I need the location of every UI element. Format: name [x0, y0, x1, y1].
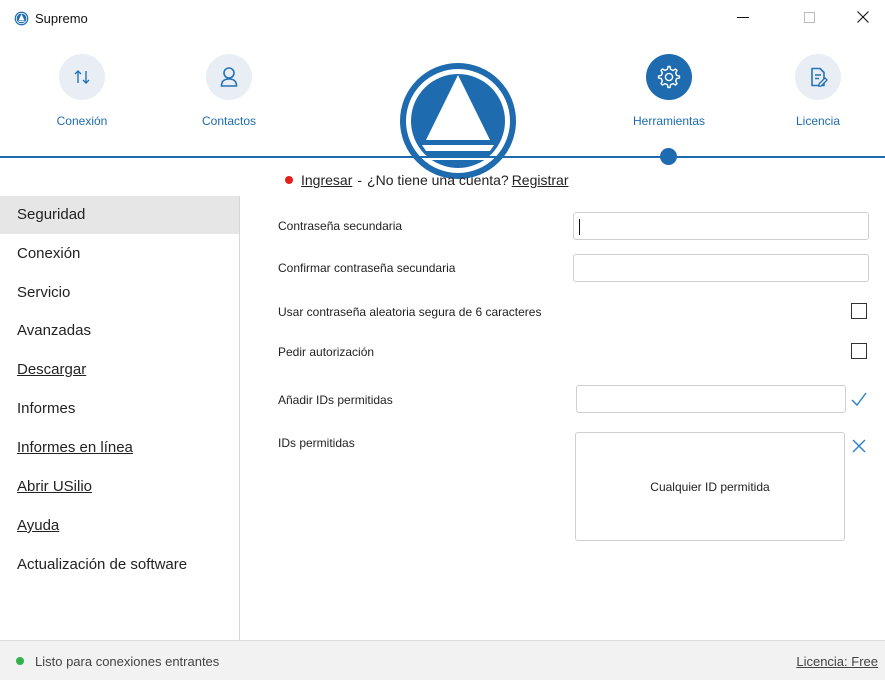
logged-out-status-dot — [285, 176, 293, 184]
sidebar-item-label: Avanzadas — [17, 322, 91, 339]
sidebar-item-label: Informes — [17, 400, 76, 417]
settings-sidebar: Seguridad Conexión Servicio Avanzadas De… — [0, 196, 240, 640]
transfer-arrows-icon — [59, 54, 105, 100]
close-icon — [857, 11, 869, 23]
random-password-checkbox[interactable] — [851, 303, 867, 319]
sidebar-item-conexion[interactable]: Conexión — [0, 235, 239, 273]
sidebar-item-informes-en-linea[interactable]: Informes en línea — [0, 429, 239, 467]
secondary-password-label: Contraseña secundaria — [278, 219, 403, 233]
nav-tab-herramientas[interactable]: Herramientas — [619, 54, 719, 128]
sidebar-item-descargar[interactable]: Descargar — [0, 351, 239, 389]
secondary-password-input[interactable] — [573, 212, 869, 240]
remove-id-button[interactable] — [851, 438, 867, 457]
nav-tab-label: Licencia — [795, 114, 841, 128]
add-ids-label: Añadir IDs permitidas — [278, 393, 393, 407]
nav-tab-conexion[interactable]: Conexión — [32, 54, 132, 128]
document-edit-icon — [795, 54, 841, 100]
sidebar-item-label: Ayuda — [17, 517, 60, 534]
maximize-button[interactable] — [786, 0, 832, 34]
nav-tab-label: Herramientas — [632, 114, 706, 128]
login-link[interactable]: Ingresar — [301, 172, 352, 188]
status-bar: Listo para conexiones entrantes Licencia… — [0, 640, 885, 680]
user-icon — [206, 54, 252, 100]
confirm-add-id-button[interactable] — [850, 390, 868, 411]
online-status-dot — [16, 657, 24, 665]
allowed-ids-label: IDs permitidas — [278, 436, 355, 450]
status-text: Listo para conexiones entrantes — [35, 654, 220, 669]
nav-tab-contactos[interactable]: Contactos — [179, 54, 279, 128]
confirm-password-label: Confirmar contraseña secundaria — [278, 261, 456, 275]
close-button[interactable] — [840, 0, 885, 34]
close-x-icon — [852, 439, 866, 453]
sidebar-item-seguridad[interactable]: Seguridad — [0, 196, 239, 234]
sidebar-item-label: Actualización de software — [17, 556, 188, 573]
sidebar-item-ayuda[interactable]: Ayuda — [0, 507, 239, 545]
license-link[interactable]: Licencia: Free — [796, 654, 878, 669]
login-prompt: Ingresar - ¿No tiene una cuenta? Registr… — [285, 172, 568, 188]
add-ids-input[interactable] — [576, 385, 846, 413]
random-password-label: Usar contraseña aleatoria segura de 6 ca… — [278, 305, 542, 319]
register-link[interactable]: Registrar — [512, 172, 569, 188]
supremo-window: Supremo Conexión Contactos Herramientas … — [0, 0, 885, 680]
allowed-ids-empty-text: Cualquier ID permitida — [650, 479, 770, 494]
nav-tab-licencia[interactable]: Licencia — [768, 54, 868, 128]
checkmark-icon — [851, 392, 867, 407]
confirm-password-input[interactable] — [573, 254, 869, 282]
maximize-icon — [803, 11, 815, 23]
gear-icon — [646, 54, 692, 100]
sidebar-item-label: Abrir USilio — [17, 478, 93, 495]
supremo-logo — [400, 63, 516, 179]
sidebar-item-label: Seguridad — [17, 206, 86, 223]
sidebar-item-label: Conexión — [17, 245, 81, 262]
no-account-text: ¿No tiene una cuenta? — [367, 172, 509, 188]
sidebar-item-servicio[interactable]: Servicio — [0, 274, 239, 312]
sidebar-item-actualizacion-de-software[interactable]: Actualización de software — [0, 546, 239, 584]
nav-tab-label: Contactos — [201, 114, 257, 128]
sidebar-item-label: Descargar — [17, 361, 87, 378]
allowed-ids-list[interactable]: Cualquier ID permitida — [575, 432, 845, 541]
minimize-icon — [737, 17, 749, 18]
ask-authorization-label: Pedir autorización — [278, 345, 375, 359]
ask-authorization-checkbox[interactable] — [851, 343, 867, 359]
nav-divider — [0, 156, 885, 158]
login-separator: - — [357, 172, 363, 188]
top-navigation: Conexión Contactos Herramientas Licencia — [0, 34, 885, 179]
sidebar-item-informes[interactable]: Informes — [0, 390, 239, 428]
sidebar-item-avanzadas[interactable]: Avanzadas — [0, 312, 239, 350]
minimize-button[interactable] — [720, 0, 766, 34]
active-tab-indicator — [660, 148, 677, 165]
nav-tab-label: Conexión — [56, 114, 108, 128]
title-bar: Supremo — [0, 0, 885, 34]
text-caret — [579, 219, 580, 235]
sidebar-item-label: Servicio — [17, 284, 71, 301]
sidebar-item-label: Informes en línea — [17, 439, 133, 456]
sidebar-item-abrir-usilio[interactable]: Abrir USilio — [0, 468, 239, 506]
supremo-app-icon — [14, 11, 29, 26]
window-title: Supremo — [35, 11, 88, 26]
